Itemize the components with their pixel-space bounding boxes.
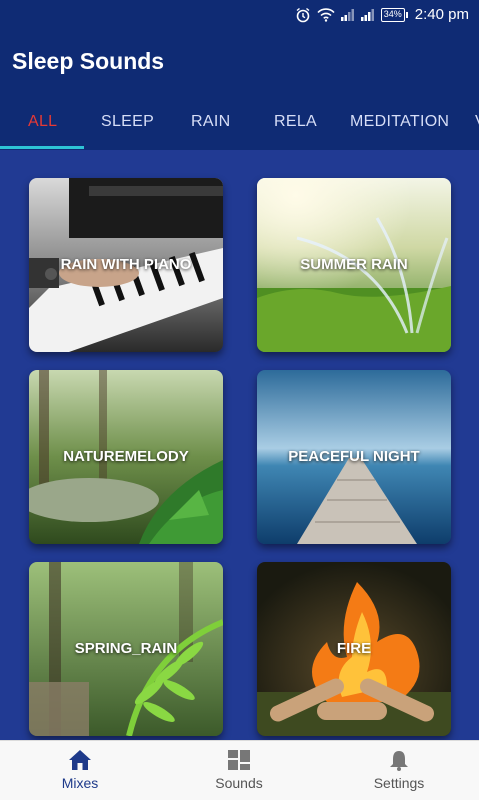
- bottom-nav: Mixes Sounds Settings: [0, 740, 479, 800]
- card-label: PEACEFUL NIGHT: [288, 448, 420, 465]
- tab-relax[interactable]: RELA: [274, 113, 317, 131]
- card-label: SPRING_RAIN: [74, 640, 178, 657]
- card-peaceful-night[interactable]: PEACEFUL NIGHT: [257, 370, 451, 544]
- home-icon: [30, 749, 130, 771]
- card-rain-with-piano[interactable]: RAIN WITH PIANO: [29, 178, 223, 352]
- nav-label: Settings: [373, 775, 425, 791]
- status-icons: 34% 2:40 pm: [295, 6, 469, 23]
- card-spring-rain[interactable]: SPRING_RAIN: [29, 562, 223, 736]
- tab-sleep[interactable]: SLEEP: [101, 113, 154, 131]
- signal-icon-2: [360, 8, 375, 21]
- app-bar: Sleep Sounds: [0, 30, 479, 100]
- status-time: 2:40 pm: [414, 6, 469, 23]
- card-fire[interactable]: FIRE: [257, 562, 451, 736]
- nav-sounds[interactable]: Sounds: [189, 749, 289, 791]
- alarm-icon: [295, 7, 311, 23]
- nav-settings[interactable]: Settings: [349, 749, 449, 791]
- signal-icon-1: [340, 8, 355, 21]
- card-label: FIRE: [336, 640, 372, 657]
- card-summer-rain[interactable]: SUMMER RAIN: [257, 178, 451, 352]
- card-label: NATUREMELODY: [63, 448, 189, 465]
- grid-icon: [189, 749, 289, 771]
- card-label: SUMMER RAIN: [300, 256, 408, 273]
- card-label: RAIN WITH PIANO: [60, 256, 192, 273]
- tab-indicator: [0, 146, 84, 149]
- status-bar: 34% 2:40 pm: [0, 0, 479, 30]
- card-naturemelody[interactable]: NATUREMELODY: [29, 370, 223, 544]
- tab-all[interactable]: ALL: [28, 113, 57, 131]
- bell-icon: [349, 749, 449, 771]
- tab-rain[interactable]: RAIN: [191, 113, 230, 131]
- nav-mixes[interactable]: Mixes: [30, 749, 130, 791]
- nav-label: Sounds: [215, 775, 263, 791]
- battery-icon: 34%: [380, 7, 408, 22]
- tab-meditation[interactable]: MEDITATION: [350, 113, 449, 131]
- wifi-icon: [317, 7, 335, 22]
- mixes-grid: RAIN WITH PIANO SUMMER RAIN NATUREMELODY…: [0, 150, 479, 740]
- category-tabs: ALL SLEEP RAIN RELA MEDITATION V: [0, 100, 479, 150]
- app-title: Sleep Sounds: [12, 48, 165, 74]
- tab-overflow[interactable]: V: [475, 113, 479, 131]
- nav-label: Mixes: [61, 775, 99, 791]
